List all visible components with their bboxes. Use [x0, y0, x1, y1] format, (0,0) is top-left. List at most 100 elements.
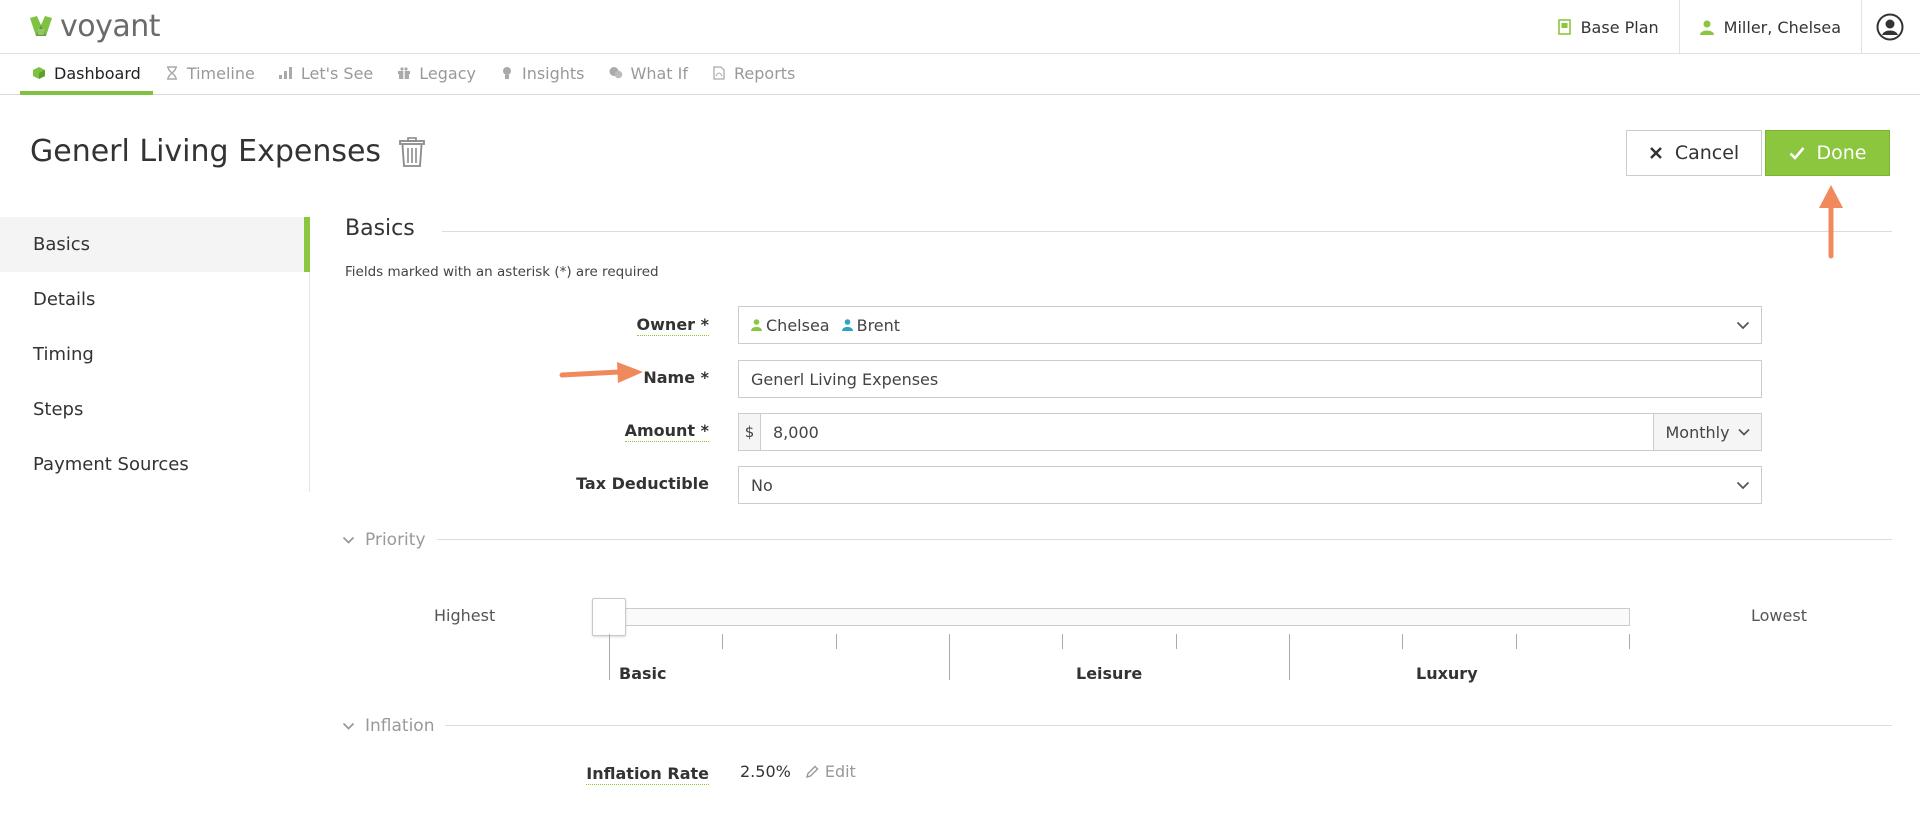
- inflation-toggle[interactable]: Inflation: [342, 716, 434, 736]
- basics-section-header: Basics: [345, 216, 415, 241]
- tax-deductible-select[interactable]: No: [738, 466, 1762, 504]
- tab-label: Let's See: [300, 63, 374, 83]
- tab-legacy[interactable]: Legacy: [385, 55, 488, 95]
- priority-title: Priority: [365, 530, 426, 550]
- sidebar-item-label: Steps: [33, 399, 84, 420]
- tab-lets-see[interactable]: Let's See: [267, 55, 385, 95]
- pdf-icon: [713, 66, 725, 80]
- tab-label: Insights: [521, 63, 585, 83]
- sidebar-item-timing[interactable]: Timing: [0, 327, 309, 382]
- name-input[interactable]: Generl Living Expenses: [738, 360, 1762, 398]
- slider-tick: [1402, 634, 1403, 649]
- pencil-icon: [805, 765, 819, 778]
- currency-prefix: $: [739, 414, 761, 450]
- frequency-select[interactable]: Monthly: [1653, 414, 1761, 450]
- cube-icon: [33, 67, 45, 79]
- page-header: Generl Living Expenses: [30, 134, 425, 169]
- sidebar-item-label: Details: [33, 289, 96, 310]
- inflation-rate-label: Inflation Rate: [586, 764, 709, 785]
- tab-label: Reports: [734, 63, 796, 83]
- voyant-logo[interactable]: voyant: [28, 12, 161, 42]
- tab-insights[interactable]: Insights: [488, 55, 597, 95]
- inflation-title: Inflation: [365, 716, 435, 736]
- chevron-down-icon: [342, 722, 355, 730]
- slider-tick: [609, 634, 610, 680]
- priority-toggle[interactable]: Priority: [342, 530, 426, 550]
- amount-input[interactable]: 8,000: [761, 423, 1653, 442]
- section-divider: [445, 725, 1892, 726]
- tab-label: Dashboard: [54, 63, 141, 83]
- tab-label: Legacy: [419, 63, 476, 83]
- account-circle-icon: [1876, 13, 1904, 41]
- done-label: Done: [1816, 142, 1867, 164]
- chat-icon: [609, 67, 622, 79]
- chevron-down-icon: [1725, 467, 1761, 503]
- owner-chip-chelsea: Chelsea: [751, 316, 830, 335]
- name-label: Name *: [643, 368, 709, 387]
- user-icon: [1699, 20, 1714, 35]
- edit-label: Edit: [824, 762, 856, 781]
- main-nav: Dashboard Timeline Let's See Legacy Insi…: [0, 55, 1920, 95]
- sidebar-item-steps[interactable]: Steps: [0, 382, 309, 437]
- trash-icon[interactable]: [399, 136, 425, 167]
- tab-what-if[interactable]: What If: [597, 55, 700, 95]
- tab-dashboard[interactable]: Dashboard: [20, 55, 153, 95]
- section-divider: [437, 539, 1892, 540]
- bar-chart-icon: [278, 67, 292, 79]
- slider-tick: [722, 634, 723, 649]
- slider-tick: [836, 634, 837, 649]
- section-sidebar: Basics Details Timing Steps Payment Sour…: [0, 217, 310, 492]
- slider-tick: [1629, 634, 1630, 649]
- owner-select[interactable]: Chelsea Brent: [738, 306, 1762, 344]
- cancel-label: Cancel: [1674, 142, 1740, 164]
- inflation-rate-display: 2.50% Edit: [740, 762, 856, 781]
- gift-icon: [398, 67, 411, 79]
- top-header: voyant Base Plan Miller, Chelsea: [0, 0, 1920, 54]
- tab-label: What If: [630, 63, 688, 83]
- slider-tick: [1176, 634, 1177, 649]
- section-divider: [442, 231, 1892, 232]
- tax-deductible-value: No: [751, 475, 773, 495]
- owner-chip-brent: Brent: [841, 316, 900, 335]
- plan-selector[interactable]: Base Plan: [1538, 0, 1680, 54]
- sidebar-item-payment-sources[interactable]: Payment Sources: [0, 437, 309, 492]
- sidebar-item-details[interactable]: Details: [0, 272, 309, 327]
- logo-icon: [30, 16, 52, 36]
- slider-tick: [1516, 634, 1517, 649]
- page-title: Generl Living Expenses: [30, 134, 382, 169]
- priority-slider-handle[interactable]: [592, 598, 626, 636]
- required-note: Fields marked with an asterisk (*) are r…: [345, 264, 659, 280]
- checkmark-icon: [1789, 147, 1804, 160]
- tab-reports[interactable]: Reports: [700, 55, 807, 95]
- inflation-edit-link[interactable]: Edit: [805, 762, 856, 781]
- sidebar-item-label: Payment Sources: [33, 454, 189, 475]
- tax-deductible-label: Tax Deductible: [576, 474, 709, 493]
- owner-label: Owner *: [636, 315, 709, 336]
- close-icon: [1649, 147, 1662, 159]
- hourglass-icon: [166, 66, 177, 80]
- sidebar-item-label: Timing: [33, 344, 94, 365]
- plan-document-icon: [1557, 19, 1571, 35]
- amount-label: Amount *: [624, 421, 709, 442]
- level-leisure-label: Leisure: [1076, 664, 1143, 683]
- chevron-down-icon: [1737, 428, 1750, 436]
- annotation-arrow-right-icon: [559, 362, 643, 383]
- plan-label: Base Plan: [1580, 17, 1659, 37]
- priority-slider-track[interactable]: [608, 608, 1630, 626]
- annotation-arrow-up-icon: [1819, 185, 1843, 259]
- sidebar-item-basics[interactable]: Basics: [0, 217, 310, 272]
- slider-tick: [1289, 634, 1290, 680]
- highest-label: Highest: [434, 606, 496, 625]
- person-icon: [751, 319, 762, 331]
- account-button[interactable]: [1862, 0, 1920, 54]
- done-button[interactable]: Done: [1765, 130, 1890, 176]
- slider-tick: [1062, 634, 1063, 649]
- name-value: Generl Living Expenses: [751, 369, 939, 389]
- tab-timeline[interactable]: Timeline: [153, 55, 267, 95]
- amount-input-group: $ 8,000 Monthly: [738, 413, 1762, 451]
- lightbulb-icon: [502, 67, 511, 79]
- cancel-button[interactable]: Cancel: [1626, 130, 1762, 176]
- slider-tick: [949, 634, 950, 680]
- inflation-rate-value: 2.50%: [740, 762, 791, 781]
- user-menu[interactable]: Miller, Chelsea: [1680, 0, 1862, 54]
